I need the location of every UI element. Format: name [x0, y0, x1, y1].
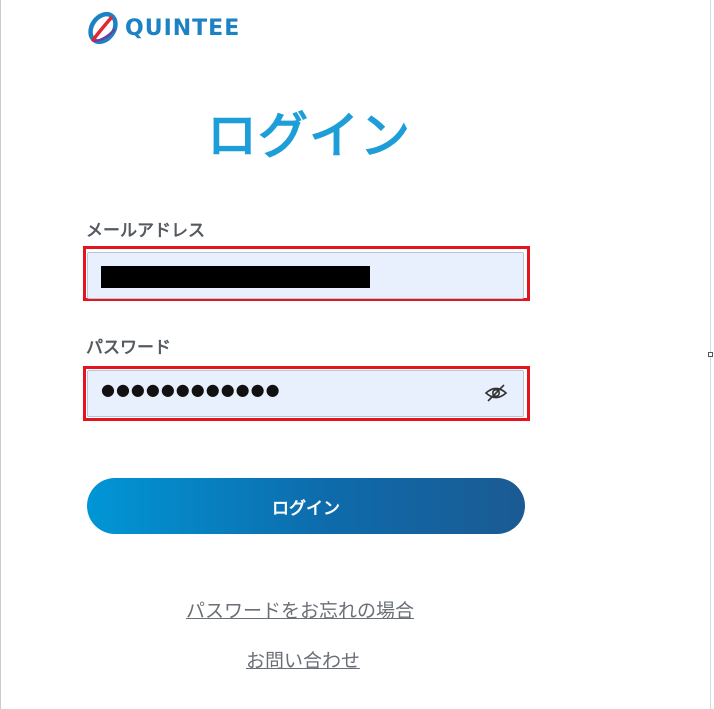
brand-name: QUINTEE — [125, 15, 241, 41]
brand-logo: QUINTEE — [85, 9, 240, 47]
password-masked-value: ●●●●●●●●●●●● — [101, 380, 281, 399]
eye-off-icon[interactable] — [484, 381, 508, 405]
page-title: ログイン — [207, 107, 411, 165]
password-label: パスワード — [86, 338, 171, 358]
contact-link[interactable]: お問い合わせ — [246, 646, 360, 673]
email-label: メールアドレス — [86, 221, 205, 241]
login-page: QUINTEE ログイン メールアドレス パスワード ●●●●●●●●●●●● … — [0, 0, 714, 709]
login-button[interactable]: ログイン — [87, 478, 525, 534]
quintee-logo-icon — [88, 11, 118, 45]
redacted-email-value — [101, 266, 370, 288]
resize-handle[interactable] — [708, 352, 713, 357]
forgot-password-link[interactable]: パスワードをお忘れの場合 — [186, 596, 414, 623]
